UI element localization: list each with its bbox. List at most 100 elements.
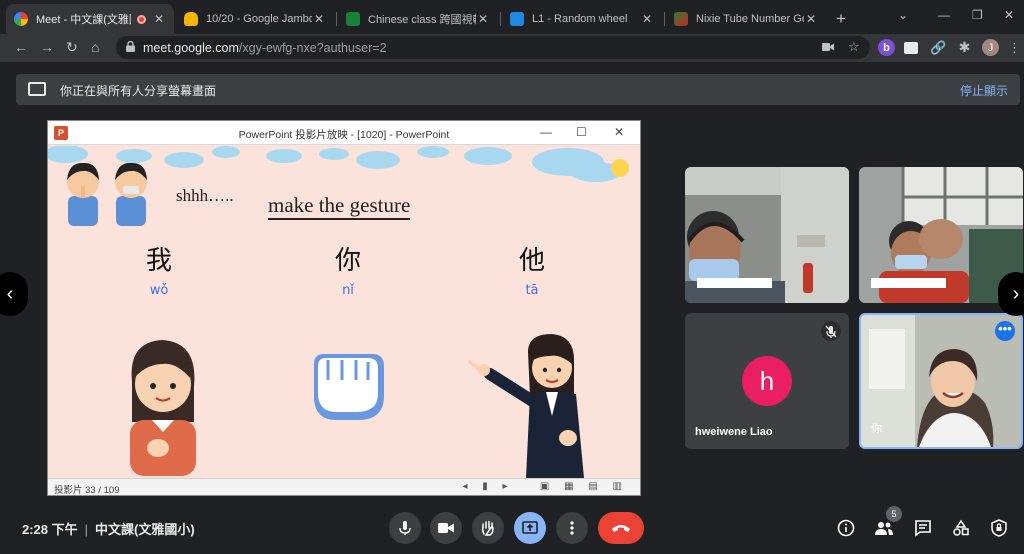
bookmark-star-icon[interactable]: ☆ [848, 39, 860, 55]
more-vert-icon [570, 521, 574, 535]
powerpoint-status-bar: 投影片 33 / 109 ◂ ▮ ▸ ▣ ▦ ▤ ▥ [48, 478, 640, 496]
tab-chinese-class[interactable]: Chinese class 跨國視轉對 ✕ [338, 4, 498, 34]
present-screen-icon [522, 521, 538, 534]
more-options-menu-button[interactable] [556, 512, 588, 544]
ppt-maximize-button[interactable]: ☐ [576, 125, 587, 139]
tab-title: 10/20 - Google Jamboar [206, 13, 312, 25]
extension-link-icon[interactable]: 🔗 [930, 39, 947, 56]
stop-presenting-button[interactable]: 停止顯示 [960, 82, 1008, 99]
word-ta-pinyin: tā [525, 283, 539, 298]
tab-meet[interactable]: Meet - 中文課(文雅國 ✕ [6, 4, 174, 34]
reload-icon[interactable]: ↻ [66, 39, 78, 56]
tab-nixie-tube[interactable]: Nixie Tube Number Gen ✕ [666, 4, 826, 34]
word-wo-pinyin: wǒ [149, 283, 169, 298]
activities-button[interactable] [950, 517, 972, 539]
tab-title: Chinese class 跨國視轉對 [368, 14, 476, 26]
close-tab-icon[interactable]: ✕ [804, 12, 818, 26]
extension-b-icon[interactable]: b [878, 39, 895, 56]
host-controls-button[interactable] [988, 517, 1010, 539]
tab-separator [664, 12, 665, 26]
next-page-arrow[interactable]: › [998, 272, 1024, 316]
meeting-info: 2:28 下午 | 中文課(文雅國小) [22, 522, 195, 537]
address-bar[interactable]: meet.google.com/xgy-ewfg-nxe?authuser=2 … [116, 36, 870, 59]
info-icon [837, 519, 855, 537]
self-name-label: 你 [871, 423, 882, 435]
tab-search-icon[interactable]: ⌄ [898, 8, 908, 22]
close-tab-icon[interactable]: ✕ [312, 12, 326, 26]
present-screen-icon [28, 82, 46, 96]
wordwall-icon [510, 12, 524, 26]
people-icon [875, 522, 893, 535]
meeting-time: 2:28 下午 [22, 522, 78, 537]
slide-counter: 投影片 33 / 109 [54, 485, 120, 496]
word-ta-hanzi: 他 [518, 246, 545, 276]
self-view-tile[interactable]: ••• 你 [859, 313, 1023, 449]
tab-random-wheel[interactable]: L1 - Random wheel ✕ [502, 4, 662, 34]
camera-in-use-icon[interactable] [822, 42, 834, 52]
minimize-window-button[interactable]: — [938, 8, 950, 22]
restore-window-button[interactable]: ❐ [972, 8, 983, 22]
url-text: meet.google.com/xgy-ewfg-nxe?authuser=2 [143, 41, 387, 55]
close-tab-icon[interactable]: ✕ [640, 12, 654, 26]
tab-title: L1 - Random wheel [532, 13, 628, 25]
tab-jamboard[interactable]: 10/20 - Google Jamboar ✕ [176, 4, 334, 34]
raise-hand-button[interactable] [472, 512, 504, 544]
chat-icon [915, 520, 931, 537]
present-now-button[interactable] [514, 512, 546, 544]
word-ni-pinyin: nǐ [342, 283, 354, 298]
browser-toolbar: ← → ↻ ⌂ meet.google.com/xgy-ewfg-nxe?aut… [0, 34, 1024, 62]
back-arrow-icon[interactable]: ← [14, 39, 28, 55]
new-tab-button[interactable]: + [836, 9, 846, 29]
microphone-button[interactable] [389, 512, 421, 544]
previous-page-arrow[interactable]: ‹ [0, 272, 28, 316]
meeting-title: 中文課(文雅國小) [95, 522, 195, 537]
chat-button[interactable] [912, 517, 934, 539]
google-meet-icon [14, 12, 28, 26]
leave-call-button[interactable] [598, 512, 644, 544]
presenting-banner: 你正在與所有人分享螢幕畫面 停止顯示 [16, 74, 1020, 105]
forward-arrow-icon[interactable]: → [40, 39, 54, 55]
tab-title: Nixie Tube Number Gen [696, 13, 804, 25]
lock-icon [126, 41, 135, 52]
camera-icon [438, 523, 454, 533]
home-icon[interactable]: ⌂ [91, 39, 99, 55]
shared-screen: P PowerPoint 投影片放映 - [1020] - PowerPoint… [47, 120, 641, 496]
participant-name-redacted [697, 278, 772, 288]
google-classroom-icon [346, 12, 360, 26]
jamboard-hand-icon [184, 12, 198, 26]
meeting-details-button[interactable] [835, 517, 857, 539]
recording-indicator-icon [137, 14, 146, 24]
profile-avatar[interactable]: J [982, 39, 999, 56]
ppt-minimize-button[interactable]: — [540, 125, 552, 139]
tab-separator [500, 12, 501, 26]
participant-name-redacted [871, 278, 946, 288]
slide-shh-text: shhh….. [176, 186, 234, 205]
browser-tab-strip: Meet - 中文課(文雅國 ✕ 10/20 - Google Jamboar … [0, 0, 1024, 34]
camera-button[interactable] [430, 512, 462, 544]
word-ni-hanzi: 你 [334, 246, 361, 276]
extensions-puzzle-icon[interactable]: ✱ [956, 39, 973, 56]
activities-shapes-icon [953, 519, 969, 536]
close-tab-icon[interactable]: ✕ [152, 12, 166, 26]
woman-pointing-other-illustration [468, 334, 584, 478]
mic-off-icon [821, 321, 841, 341]
more-options-button[interactable]: ••• [995, 321, 1015, 341]
participant-tile-hweiwene[interactable]: h hweiwene Liao [685, 313, 849, 449]
nixie-tube-icon [674, 12, 688, 26]
powerpoint-title-bar: P PowerPoint 投影片放映 - [1020] - PowerPoint… [48, 121, 640, 145]
presenting-text: 你正在與所有人分享螢幕畫面 [60, 84, 217, 98]
hang-up-icon [612, 525, 630, 532]
shield-lock-icon [991, 519, 1007, 537]
raise-hand-icon [481, 520, 494, 536]
slideshow-view-controls[interactable]: ◂ ▮ ▸ ▣ ▦ ▤ ▥ [462, 481, 628, 492]
extension-translate-icon[interactable] [904, 42, 918, 54]
ppt-close-button[interactable]: ✕ [614, 125, 624, 139]
word-wo-hanzi: 我 [145, 246, 172, 276]
close-window-button[interactable]: ✕ [1004, 8, 1014, 22]
participant-tile-1[interactable] [685, 167, 849, 303]
participant-avatar: h [742, 356, 792, 406]
close-tab-icon[interactable]: ✕ [476, 12, 490, 26]
fist-illustration [314, 354, 384, 420]
browser-menu-icon[interactable]: ⋮ [1006, 39, 1023, 56]
tab-separator [336, 12, 337, 26]
